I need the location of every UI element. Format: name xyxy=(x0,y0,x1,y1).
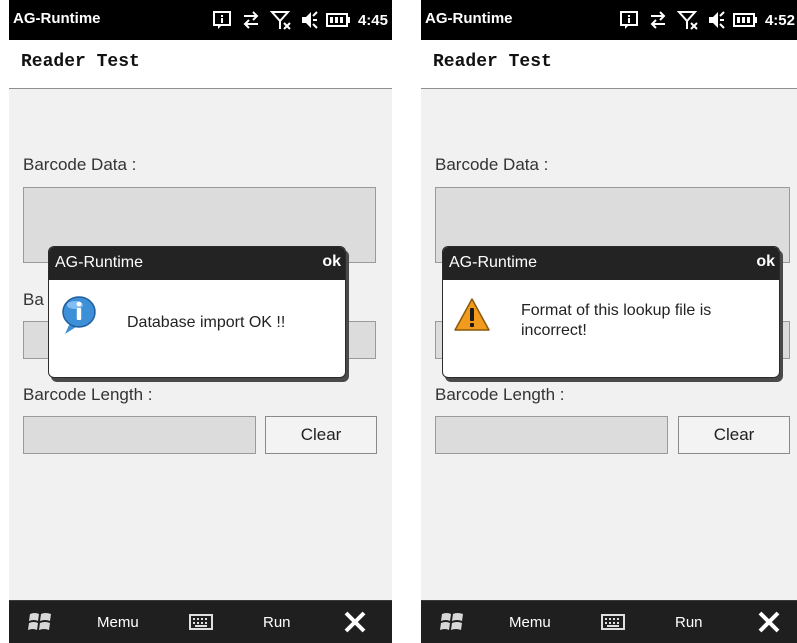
run-softkey[interactable]: Run xyxy=(263,601,291,643)
windows-flag-icon[interactable] xyxy=(27,610,55,634)
battery-icon[interactable] xyxy=(732,12,757,28)
taskbar: Memu Run xyxy=(9,600,392,643)
barcode-length-label: Barcode Length : xyxy=(435,385,565,404)
status-app-name[interactable]: AG-Runtime xyxy=(13,10,101,27)
menu-softkey[interactable]: Memu xyxy=(97,601,139,643)
close-icon[interactable] xyxy=(343,610,367,634)
dialog-ok-button[interactable]: ok xyxy=(756,253,775,271)
dialog-title: AG-Runtime xyxy=(55,254,144,271)
keyboard-button[interactable] xyxy=(189,601,213,643)
barcode-data-label: Barcode Data : xyxy=(23,155,137,174)
no-signal-icon[interactable] xyxy=(269,10,292,30)
notification-icon[interactable] xyxy=(619,10,639,30)
dialog-title: AG-Runtime xyxy=(449,254,538,271)
clear-button[interactable]: Clear xyxy=(678,416,790,454)
speaker-icon[interactable] xyxy=(707,10,725,30)
title-bar: Reader Test xyxy=(9,40,392,89)
keyboard-button[interactable] xyxy=(601,601,625,643)
phone-screen-right: AG-Runtime 4:52 Reader Test Barcode Data… xyxy=(421,0,797,643)
status-app-name[interactable]: AG-Runtime xyxy=(425,10,513,27)
dialog-message-line-2: incorrect! xyxy=(521,322,587,339)
sync-arrows-icon[interactable] xyxy=(240,10,262,30)
no-signal-icon[interactable] xyxy=(676,10,699,30)
message-dialog: AG-Runtime ok Database import OK !! xyxy=(48,246,346,378)
dialog-message-line-1: Database import OK !! xyxy=(127,314,286,331)
app-title: Reader Test xyxy=(433,52,552,72)
notification-icon[interactable] xyxy=(212,10,232,30)
keyboard-icon[interactable] xyxy=(189,614,213,630)
app-content: Reader Test Barcode Data : Ba Barcode Le… xyxy=(9,40,392,601)
start-button[interactable] xyxy=(439,601,467,643)
run-softkey[interactable]: Run xyxy=(675,601,703,643)
sync-arrows-icon[interactable] xyxy=(647,10,669,30)
barcode-data-label: Barcode Data : xyxy=(435,155,549,174)
info-icon xyxy=(62,296,96,334)
message-dialog: AG-Runtime ok Format of this lookup file… xyxy=(442,246,780,378)
app-title: Reader Test xyxy=(21,52,140,72)
barcode-length-label: Barcode Length : xyxy=(23,385,153,404)
speaker-icon[interactable] xyxy=(300,10,318,30)
title-bar: Reader Test xyxy=(421,40,797,89)
menu-softkey[interactable]: Memu xyxy=(509,601,551,643)
hidden-label: Ba xyxy=(23,290,44,309)
status-icons: 4:52 xyxy=(619,8,795,32)
phone-screen-left: AG-Runtime 4:45 Reader Test Barcode Data… xyxy=(9,0,392,643)
close-button[interactable] xyxy=(343,601,367,643)
menu-softkey-label: Memu xyxy=(97,613,139,631)
status-bar: AG-Runtime xyxy=(9,0,392,40)
run-softkey-label: Run xyxy=(675,613,703,631)
dialog-ok-button[interactable]: ok xyxy=(322,253,341,271)
start-button[interactable] xyxy=(27,601,55,643)
windows-flag-icon[interactable] xyxy=(439,610,467,634)
close-icon[interactable] xyxy=(757,610,781,634)
menu-softkey-label: Memu xyxy=(509,613,551,631)
warning-icon xyxy=(454,298,490,331)
dialog-header: AG-Runtime ok xyxy=(49,247,345,280)
status-time[interactable]: 4:52 xyxy=(765,12,795,29)
close-button[interactable] xyxy=(757,601,781,643)
keyboard-icon[interactable] xyxy=(601,614,625,630)
status-time[interactable]: 4:45 xyxy=(358,12,388,29)
taskbar: Memu Run xyxy=(421,600,797,643)
barcode-length-field[interactable] xyxy=(435,416,668,454)
barcode-length-field[interactable] xyxy=(23,416,256,454)
battery-icon[interactable] xyxy=(325,12,350,28)
clear-button[interactable]: Clear xyxy=(265,416,377,454)
dialog-header: AG-Runtime ok xyxy=(443,247,779,280)
status-bar: AG-Runtime xyxy=(421,0,797,40)
run-softkey-label: Run xyxy=(263,613,291,631)
status-icons: 4:45 xyxy=(212,8,388,32)
app-content: Reader Test Barcode Data : Barcode Lengt… xyxy=(421,40,797,601)
dialog-message-line-1: Format of this lookup file is xyxy=(521,302,712,319)
